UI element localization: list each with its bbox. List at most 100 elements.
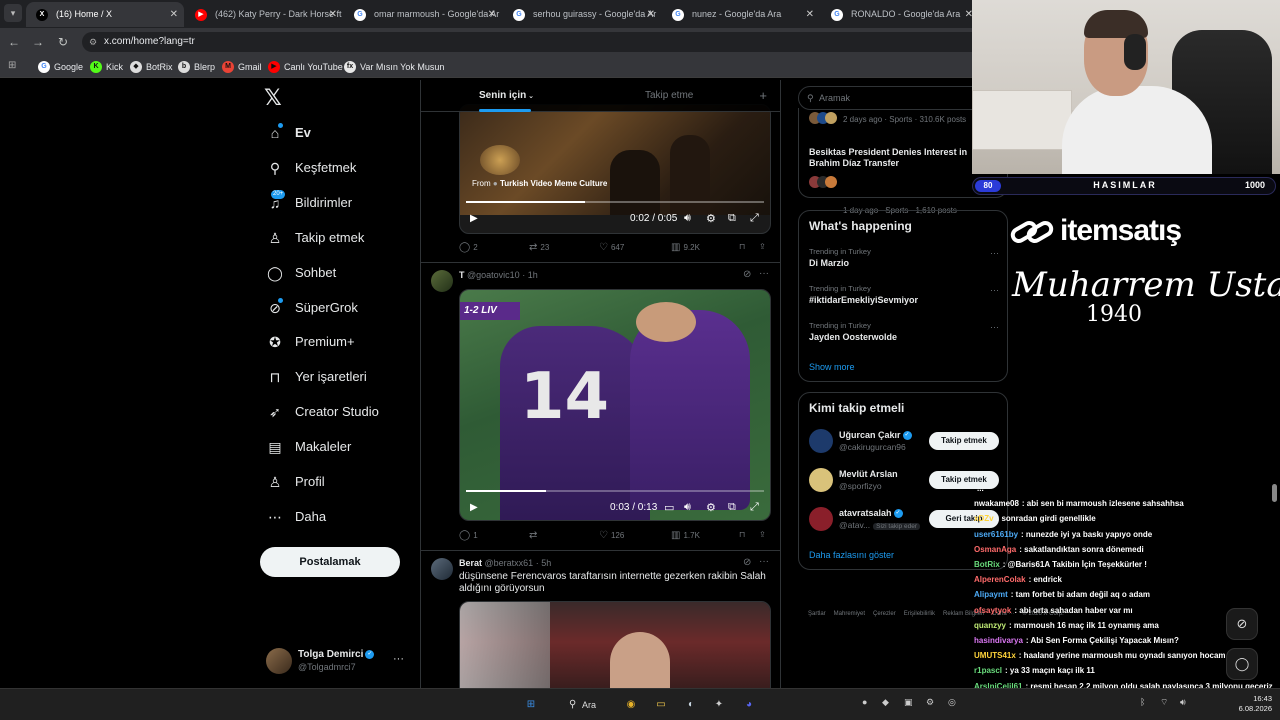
url-field[interactable]: ⚙ x.com/home?lang=tr [82, 32, 982, 52]
chat-username[interactable]: ofsaytyok [974, 606, 1011, 615]
back-icon[interactable]: ← [6, 34, 22, 50]
chat-username[interactable]: UMUTS41x [974, 651, 1016, 660]
bookmark-icon[interactable]: ⊓ [739, 530, 745, 539]
browser-tab[interactable]: Gnunez - Google'da Ara ✕ [662, 2, 820, 27]
site-info-icon[interactable]: ⚙ [89, 37, 97, 47]
news-headline[interactable]: Besiktas President Denies Interest in Br… [809, 147, 979, 169]
tray-icon[interactable]: ⚙ [926, 697, 934, 708]
fullscreen-icon[interactable]: ⤢ [750, 212, 759, 225]
browser-tab[interactable]: X (16) Home / X ✕ [26, 2, 184, 27]
more-dots-icon[interactable]: ··· [393, 653, 404, 665]
post-button[interactable]: Postalamak [260, 547, 400, 577]
apps-grid-icon[interactable]: ⊞ [8, 60, 20, 72]
pip-icon[interactable]: ⧉ [728, 501, 736, 514]
more-dots-icon[interactable]: ··· [990, 248, 999, 258]
bookmark-item[interactable]: K Kick [90, 60, 123, 74]
tab-search-button[interactable]: ▾ [4, 4, 22, 22]
system-clock[interactable]: 16:43 6.08.2026 [1212, 694, 1272, 714]
tweet-image[interactable] [459, 601, 771, 688]
repost-button[interactable]: ⇄ [529, 530, 540, 541]
nav-item[interactable]: ♙ Profil [266, 470, 426, 494]
repost-button[interactable]: ⇄ 23 [529, 242, 549, 253]
close-icon[interactable]: ✕ [170, 2, 178, 27]
volume-icon[interactable]: 🔊︎ [684, 212, 691, 225]
add-tab-icon[interactable]: + [759, 88, 767, 103]
browser-tab[interactable]: Gserhou guirassy - Google'da Ar ✕ [503, 2, 661, 27]
pip-icon[interactable]: ⧉ [728, 212, 736, 225]
chat-username[interactable]: user6161by [974, 530, 1018, 539]
settings-icon[interactable]: ⚙ [706, 501, 716, 514]
share-icon[interactable]: ⇪ [759, 242, 766, 251]
network-icon[interactable]: ⌔ [1160, 697, 1168, 708]
grok-floating-icon[interactable]: ⊘ [1226, 608, 1258, 640]
bluetooth-icon[interactable]: ᛒ [1140, 697, 1145, 707]
more-dots-icon[interactable]: ··· [759, 268, 769, 279]
footer-link[interactable]: Erişilebilirlik [904, 611, 935, 617]
chrome-icon[interactable]: ◉ [622, 696, 640, 714]
nav-item[interactable]: ◯ Sohbet [266, 261, 426, 285]
windows-icon[interactable]: ⊞ [522, 696, 540, 714]
nav-item[interactable]: ⋯ Daha [266, 505, 426, 529]
grok-icon[interactable]: ⊘ [743, 269, 751, 280]
bookmark-item[interactable]: G Google [38, 60, 83, 74]
more-dots-icon[interactable]: ··· [759, 556, 769, 567]
settings-icon[interactable]: ⚙ [706, 212, 716, 225]
nav-item[interactable]: ⌂ Ev [266, 121, 426, 145]
chat-username[interactable]: nwakame08 [974, 499, 1019, 508]
more-dots-icon[interactable]: ··· [990, 322, 999, 332]
search-input[interactable]: ⚲ Aramak [798, 86, 998, 110]
messages-floating-icon[interactable]: ◯ [1226, 648, 1258, 680]
tab-following[interactable]: Takip etme [645, 90, 693, 101]
video-source[interactable]: From ● Turkish Video Meme Culture [472, 179, 607, 188]
show-more-follow-link[interactable]: Daha fazlasını göster [809, 550, 894, 560]
avatar[interactable] [809, 429, 833, 453]
profile-switcher[interactable]: Tolga Demirci ✓ @Tolgadmrci7 ··· [266, 646, 416, 676]
tray-icon[interactable]: ◆ [882, 697, 889, 708]
footer-link[interactable]: Mahremiyet [834, 611, 865, 617]
x-logo-icon[interactable]: 𝕏 [264, 86, 282, 110]
captions-icon[interactable]: ▭ [664, 501, 674, 514]
taskbar-search[interactable]: ⚲ Ara [566, 695, 614, 715]
nav-item[interactable]: ⊓ Yer işaretleri [266, 365, 426, 389]
bookmark-item[interactable]: ▶ Canlı YouTube [268, 60, 343, 74]
explorer-icon[interactable]: ▭ [652, 696, 670, 714]
close-icon[interactable]: ✕ [488, 2, 496, 27]
bookmark-item[interactable]: fx Var Mısın Yok Musun [344, 60, 444, 74]
footer-link[interactable]: Çerezler [873, 611, 896, 617]
steam-icon[interactable]: ◐ [682, 696, 700, 714]
chat-username[interactable]: hasindivarya [974, 636, 1023, 645]
discord-icon[interactable]: ◕ [740, 696, 758, 714]
like-button[interactable]: ♡ 647 [599, 242, 624, 253]
chat-username[interactable]: OsmanAga [974, 545, 1016, 554]
chat-username[interactable]: r1pascl [974, 666, 1002, 675]
forward-icon[interactable]: → [30, 34, 46, 50]
views-button[interactable]: ▥ 9.2K [671, 242, 700, 253]
nav-item[interactable]: ♙ Takip etmek [266, 226, 426, 250]
nav-item[interactable]: ➶ Creator Studio [266, 400, 426, 424]
tray-icon[interactable]: ▣ [904, 697, 913, 708]
footer-link[interactable]: Şartlar [808, 611, 826, 617]
show-more-link[interactable]: Show more [809, 362, 855, 372]
browser-tab[interactable]: Gomar marmoush - Google'da Ar ✕ [344, 2, 502, 27]
nav-item[interactable]: ✪ Premium+ [266, 330, 426, 354]
share-icon[interactable]: ⇪ [759, 530, 766, 539]
play-icon[interactable]: ▶ [470, 213, 478, 224]
avatar[interactable] [431, 270, 453, 292]
play-icon[interactable]: ▶ [470, 502, 478, 513]
chat-username[interactable]: quanzyy [974, 621, 1006, 630]
browser-tab[interactable]: G RONALDO - Google'da Ara ✕ [821, 2, 979, 27]
volume-icon[interactable]: 🔊︎ [1180, 697, 1186, 708]
video-progress[interactable] [466, 490, 764, 492]
bookmark-item[interactable]: ◆ BotRix [130, 60, 173, 74]
reply-button[interactable]: ◯ 2 [459, 242, 478, 253]
bookmark-item[interactable]: b Blerp [178, 60, 215, 74]
chat-scrollbar[interactable] [1272, 484, 1277, 502]
video-progress[interactable] [466, 201, 764, 203]
tray-icon[interactable]: ◎ [948, 697, 956, 708]
chat-username[interactable]: xDZv [974, 514, 994, 523]
views-button[interactable]: ▥ 1.7K [671, 530, 700, 541]
like-button[interactable]: ♡ 126 [599, 530, 624, 541]
close-icon[interactable]: ✕ [329, 2, 337, 27]
volume-icon[interactable]: 🔊︎ [684, 501, 691, 514]
chat-username[interactable]: Alipaymt [974, 590, 1008, 599]
